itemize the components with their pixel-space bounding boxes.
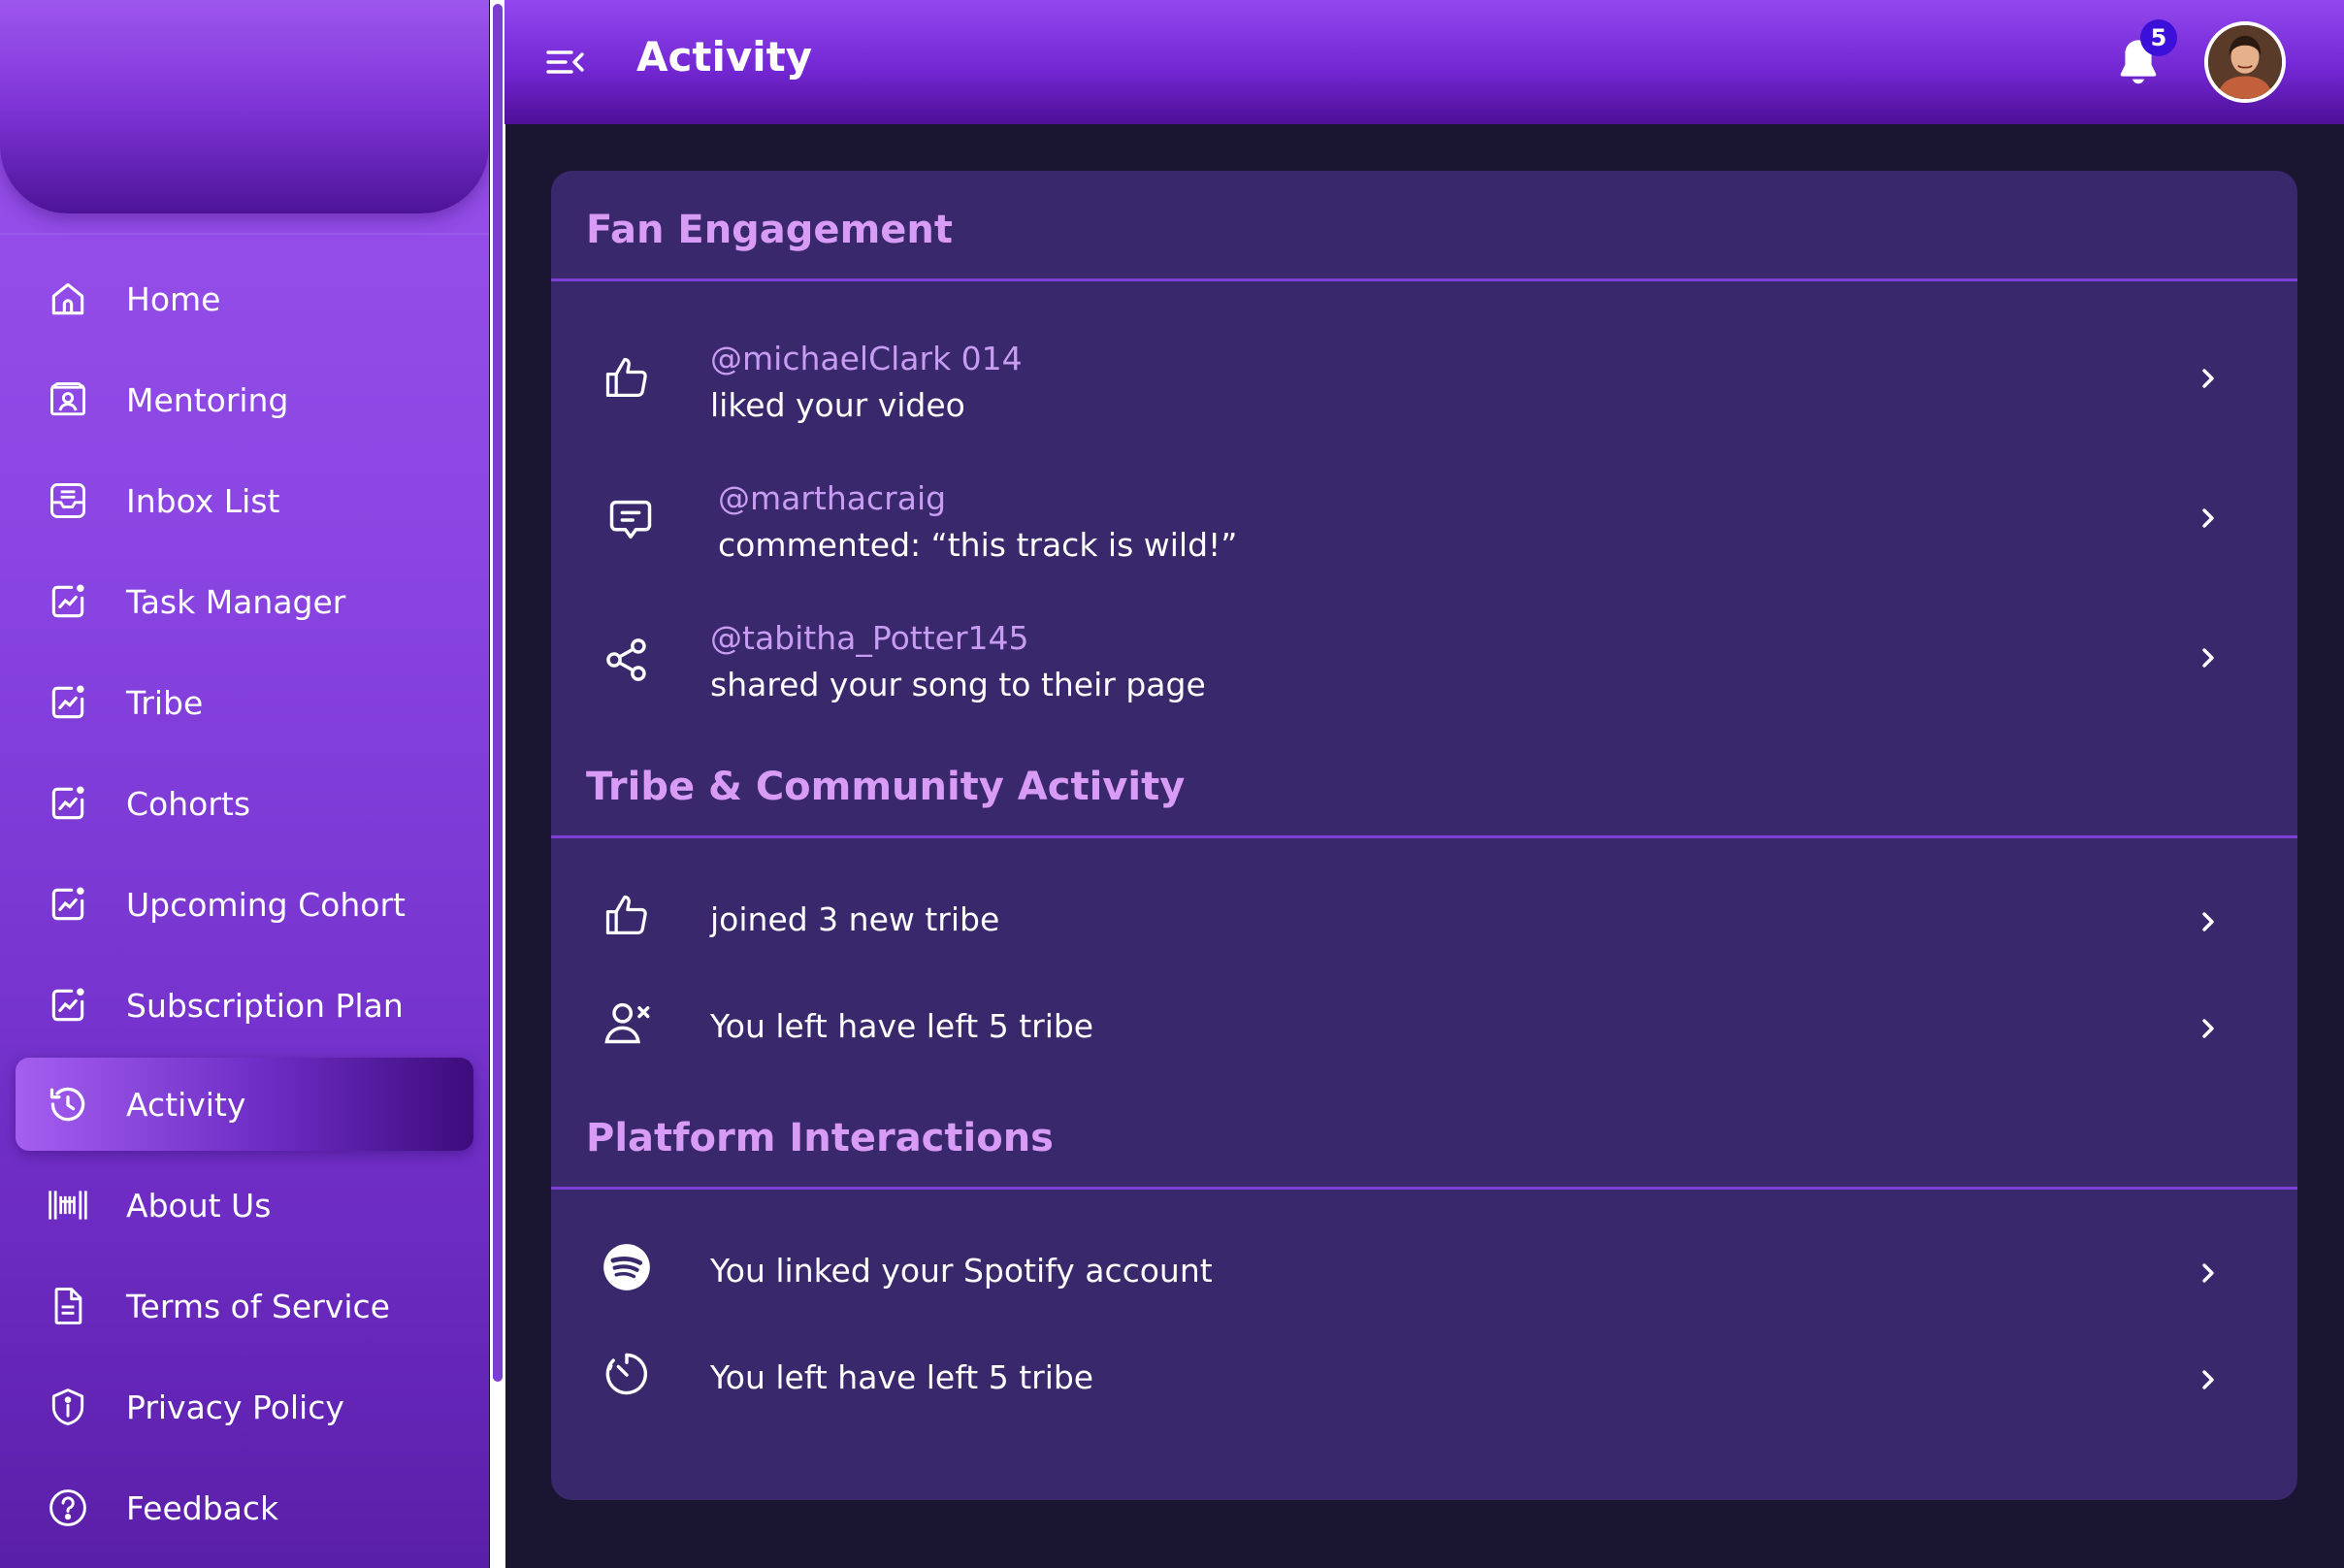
activity-row[interactable]: You linked your Spotify account	[551, 1221, 2297, 1327]
chart-edit-icon	[47, 580, 89, 623]
chevron-right-icon	[2195, 499, 2222, 538]
chevron-right-icon	[2195, 359, 2222, 398]
sidebar-item-label: Privacy Policy	[126, 1388, 344, 1426]
sidebar-item-label: Cohorts	[126, 784, 251, 823]
activity-handle[interactable]: @marthacraig	[718, 479, 946, 517]
sidebar-item-label: Terms of Service	[126, 1287, 390, 1325]
chevron-right-icon	[2195, 1360, 2222, 1399]
home-icon	[47, 278, 89, 320]
sidebar-item-label: About Us	[126, 1186, 272, 1225]
activity-handle[interactable]: @michaelClark 014	[710, 340, 1023, 377]
thumbs-up-icon	[602, 891, 652, 941]
chart-edit-icon	[47, 782, 89, 825]
activity-text: commented: “this track is wild!”	[718, 526, 1238, 564]
sidebar-item-label: Mentoring	[126, 380, 289, 419]
thumbs-up-icon	[602, 353, 652, 404]
sidebar-item-terms-of-service[interactable]: Terms of Service	[16, 1259, 473, 1353]
activity-row[interactable]: joined 3 new tribe	[551, 869, 2297, 976]
comment-icon	[605, 495, 656, 545]
section-divider	[551, 835, 2297, 838]
document-icon	[47, 1285, 89, 1327]
sidebar-item-feedback[interactable]: Feedback	[16, 1461, 473, 1554]
app-root: Home Mentoring Inbox List Task Manager T…	[0, 0, 2344, 1568]
sidebar-item-mentoring[interactable]: Mentoring	[16, 353, 473, 446]
section-divider	[551, 278, 2297, 281]
user-avatar[interactable]	[2204, 21, 2286, 103]
sidebar-item-label: Upcoming Cohort	[126, 885, 406, 924]
share-icon	[602, 635, 652, 685]
section-title-fan-engagement: Fan Engagement	[586, 208, 953, 252]
activity-text: You left have left 5 tribe	[710, 1358, 1094, 1396]
sidebar-divider	[0, 233, 489, 235]
menu-collapse-icon[interactable]	[545, 43, 586, 82]
section-title-tribe-community: Tribe & Community Activity	[586, 765, 1186, 809]
section-title-platform-interactions: Platform Interactions	[586, 1116, 1054, 1160]
sidebar-item-tribe[interactable]: Tribe	[16, 656, 473, 749]
sidebar-item-upcoming-cohort[interactable]: Upcoming Cohort	[16, 858, 473, 951]
sidebar-scrollbar-thumb[interactable]	[493, 4, 503, 1382]
inbox-icon	[47, 479, 89, 522]
barcode-icon	[47, 1184, 89, 1226]
page-title: Activity	[636, 33, 813, 81]
chevron-right-icon	[2195, 638, 2222, 677]
activity-text: You left have left 5 tribe	[710, 1007, 1094, 1045]
sidebar-item-label: Subscription Plan	[126, 986, 404, 1025]
chart-edit-icon	[47, 883, 89, 926]
notification-badge: 5	[2140, 19, 2177, 56]
activity-text: shared your song to their page	[710, 666, 1206, 703]
sidebar-item-subscription-plan[interactable]: Subscription Plan	[16, 959, 473, 1052]
activity-row[interactable]: @tabitha_Potter145 shared your song to t…	[551, 596, 2297, 722]
activity-row[interactable]: You left have left 5 tribe	[551, 1327, 2297, 1434]
sidebar-item-inbox-list[interactable]: Inbox List	[16, 454, 473, 547]
chart-edit-icon	[47, 681, 89, 724]
activity-text: liked your video	[710, 386, 965, 424]
activity-text: joined 3 new tribe	[710, 900, 1000, 938]
sidebar-item-label: Inbox List	[126, 481, 280, 520]
activity-card: Fan Engagement @michaelClark 014 liked y…	[551, 171, 2297, 1500]
sidebar-item-activity[interactable]: Activity	[16, 1058, 473, 1151]
activity-text: You linked your Spotify account	[710, 1252, 1213, 1290]
help-circle-icon	[47, 1486, 89, 1529]
sidebar-item-label: Activity	[126, 1085, 246, 1124]
sidebar-item-cohorts[interactable]: Cohorts	[16, 757, 473, 850]
sidebar: Home Mentoring Inbox List Task Manager T…	[0, 0, 489, 1568]
chevron-right-icon	[2195, 1254, 2222, 1292]
activity-row[interactable]: You left have left 5 tribe	[551, 976, 2297, 1083]
sidebar-item-label: Home	[126, 279, 221, 318]
section-divider	[551, 1187, 2297, 1190]
sidebar-item-label: Task Manager	[126, 582, 346, 621]
sidebar-item-label: Tribe	[126, 683, 204, 722]
chevron-right-icon	[2195, 902, 2222, 941]
activity-handle[interactable]: @tabitha_Potter145	[710, 619, 1029, 657]
chart-edit-icon	[47, 984, 89, 1027]
chevron-right-icon	[2195, 1009, 2222, 1048]
sidebar-item-task-manager[interactable]: Task Manager	[16, 555, 473, 648]
activity-row[interactable]: @michaelClark 014 liked your video	[551, 316, 2297, 442]
history-icon	[47, 1083, 89, 1126]
sidebar-item-home[interactable]: Home	[16, 252, 473, 345]
spotify-icon	[602, 1242, 652, 1292]
top-header: Activity 5	[505, 0, 2344, 124]
sidebar-item-about-us[interactable]: About Us	[16, 1159, 473, 1252]
sidebar-logo-area	[0, 0, 489, 213]
timer-icon	[602, 1349, 652, 1399]
mentoring-icon	[47, 378, 89, 421]
user-remove-icon	[602, 997, 652, 1048]
activity-row[interactable]: @marthacraig commented: “this track is w…	[551, 456, 2297, 582]
shield-info-icon	[47, 1386, 89, 1428]
sidebar-item-label: Feedback	[126, 1488, 279, 1527]
sidebar-item-privacy-policy[interactable]: Privacy Policy	[16, 1360, 473, 1454]
